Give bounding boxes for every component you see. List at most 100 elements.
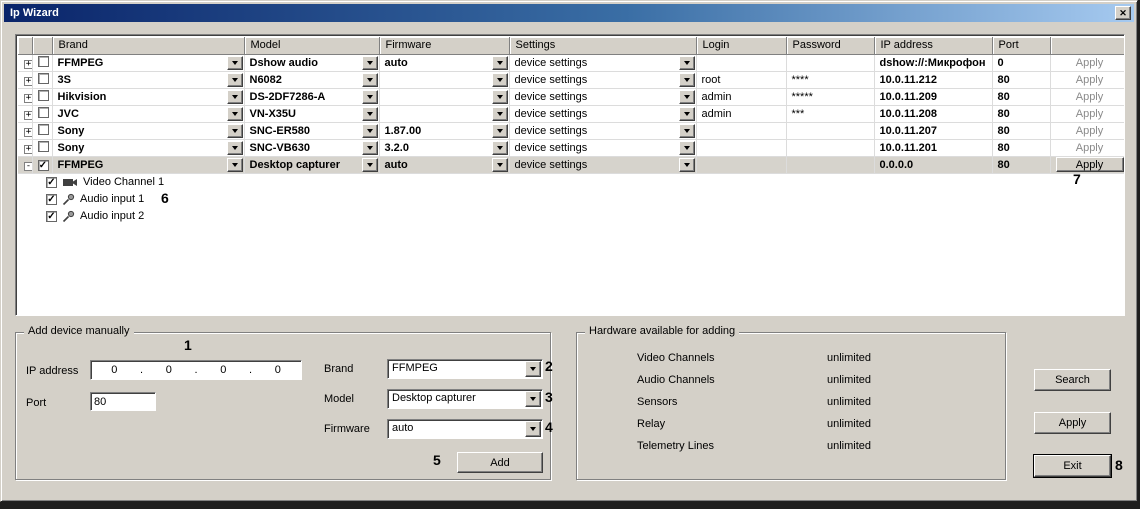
- dropdown-arrow-icon[interactable]: [492, 107, 508, 121]
- dropdown-arrow-icon[interactable]: [362, 56, 378, 70]
- port-field[interactable]: 80: [992, 105, 1050, 122]
- device-checkbox[interactable]: [38, 90, 49, 101]
- child-row[interactable]: ✓ Video Channel 1: [18, 173, 1125, 191]
- close-icon[interactable]: ✕: [1115, 6, 1131, 20]
- dropdown-arrow-icon[interactable]: [525, 361, 541, 377]
- password-field[interactable]: [786, 156, 874, 173]
- dropdown-arrow-icon[interactable]: [362, 158, 378, 172]
- dropdown-arrow-icon[interactable]: [492, 90, 508, 104]
- dropdown-arrow-icon[interactable]: [492, 141, 508, 155]
- channel-checkbox[interactable]: ✓: [46, 211, 57, 222]
- table-row[interactable]: - ✓ FFMPEG Desktop capturer auto device …: [18, 156, 1125, 173]
- dropdown-arrow-icon[interactable]: [227, 107, 243, 121]
- table-row[interactable]: + JVC VN-X35U device settings admin *** …: [18, 105, 1125, 122]
- expand-toggle[interactable]: +: [24, 128, 32, 137]
- dropdown-arrow-icon[interactable]: [362, 124, 378, 138]
- password-field[interactable]: [786, 139, 874, 156]
- table-row[interactable]: + Hikvision DS-2DF7286-A device settings…: [18, 88, 1125, 105]
- exit-button[interactable]: Exit: [1034, 455, 1111, 477]
- dropdown-arrow-icon[interactable]: [362, 107, 378, 121]
- password-field[interactable]: ****: [786, 71, 874, 88]
- dropdown-arrow-icon[interactable]: [679, 56, 695, 70]
- brand-select[interactable]: FFMPEG: [387, 359, 543, 379]
- apply-button[interactable]: Apply: [1034, 412, 1111, 434]
- channel-checkbox[interactable]: ✓: [46, 177, 57, 188]
- dropdown-arrow-icon[interactable]: [525, 421, 541, 437]
- title-bar[interactable]: Ip Wizard ✕: [4, 4, 1134, 22]
- ip-field[interactable]: 0.0.0.0: [874, 156, 992, 173]
- dropdown-arrow-icon[interactable]: [492, 124, 508, 138]
- channel-checkbox[interactable]: ✓: [46, 194, 57, 205]
- port-field[interactable]: 80: [992, 139, 1050, 156]
- port-field[interactable]: 80: [992, 156, 1050, 173]
- password-field[interactable]: ***: [786, 105, 874, 122]
- dropdown-arrow-icon[interactable]: [679, 158, 695, 172]
- dropdown-arrow-icon[interactable]: [492, 73, 508, 87]
- password-field[interactable]: [786, 122, 874, 139]
- device-checkbox[interactable]: [38, 73, 49, 84]
- header-brand[interactable]: Brand: [52, 37, 244, 54]
- add-button[interactable]: Add: [457, 452, 543, 473]
- header-login[interactable]: Login: [696, 37, 786, 54]
- expand-toggle[interactable]: +: [24, 60, 32, 69]
- expand-toggle[interactable]: +: [24, 111, 32, 120]
- dropdown-arrow-icon[interactable]: [679, 90, 695, 104]
- header-model[interactable]: Model: [244, 37, 379, 54]
- table-row[interactable]: + FFMPEG Dshow audio auto device setting…: [18, 54, 1125, 71]
- firmware-select[interactable]: auto: [387, 419, 543, 439]
- ip-field[interactable]: 10.0.11.208: [874, 105, 992, 122]
- device-checkbox[interactable]: [38, 56, 49, 67]
- login-field[interactable]: admin: [696, 88, 786, 105]
- device-checkbox[interactable]: [38, 141, 49, 152]
- port-field[interactable]: 0: [992, 54, 1050, 71]
- ip-field[interactable]: dshow://:Микрофон: [874, 54, 992, 71]
- port-input[interactable]: [90, 392, 156, 411]
- dropdown-arrow-icon[interactable]: [362, 73, 378, 87]
- ip-field[interactable]: 10.0.11.207: [874, 122, 992, 139]
- login-field[interactable]: [696, 122, 786, 139]
- port-field[interactable]: 80: [992, 88, 1050, 105]
- login-field[interactable]: admin: [696, 105, 786, 122]
- login-field[interactable]: [696, 54, 786, 71]
- ip-field[interactable]: 10.0.11.201: [874, 139, 992, 156]
- dropdown-arrow-icon[interactable]: [227, 90, 243, 104]
- dropdown-arrow-icon[interactable]: [362, 90, 378, 104]
- dropdown-arrow-icon[interactable]: [362, 141, 378, 155]
- login-field[interactable]: root: [696, 71, 786, 88]
- ip-field[interactable]: 10.0.11.209: [874, 88, 992, 105]
- device-checkbox[interactable]: ✓: [38, 160, 49, 171]
- ip-octet-2[interactable]: 0: [146, 364, 193, 376]
- login-field[interactable]: [696, 139, 786, 156]
- child-row[interactable]: ✓ Audio input 2: [18, 208, 1125, 225]
- dropdown-arrow-icon[interactable]: [492, 158, 508, 172]
- search-button[interactable]: Search: [1034, 369, 1111, 391]
- header-port[interactable]: Port: [992, 37, 1050, 54]
- model-select[interactable]: Desktop capturer: [387, 389, 543, 409]
- table-row[interactable]: + Sony SNC-VB630 3.2.0 device settings 1…: [18, 139, 1125, 156]
- expand-toggle[interactable]: +: [24, 145, 32, 154]
- dropdown-arrow-icon[interactable]: [492, 56, 508, 70]
- header-password[interactable]: Password: [786, 37, 874, 54]
- apply-row-button[interactable]: Apply: [1056, 157, 1124, 172]
- ip-octet-1[interactable]: 0: [91, 364, 138, 376]
- login-field[interactable]: [696, 156, 786, 173]
- password-field[interactable]: *****: [786, 88, 874, 105]
- header-firmware[interactable]: Firmware: [379, 37, 509, 54]
- ip-address-input[interactable]: 0 . 0 . 0 . 0: [90, 360, 302, 380]
- table-row[interactable]: + 3S N6082 device settings root **** 10.…: [18, 71, 1125, 88]
- dropdown-arrow-icon[interactable]: [679, 107, 695, 121]
- ip-octet-3[interactable]: 0: [200, 364, 247, 376]
- dropdown-arrow-icon[interactable]: [679, 141, 695, 155]
- dropdown-arrow-icon[interactable]: [525, 391, 541, 407]
- dropdown-arrow-icon[interactable]: [227, 56, 243, 70]
- expand-toggle[interactable]: +: [24, 94, 32, 103]
- table-row[interactable]: + Sony SNC-ER580 1.87.00 device settings…: [18, 122, 1125, 139]
- ip-octet-4[interactable]: 0: [255, 364, 302, 376]
- header-settings[interactable]: Settings: [509, 37, 696, 54]
- password-field[interactable]: [786, 54, 874, 71]
- dropdown-arrow-icon[interactable]: [679, 124, 695, 138]
- ip-field[interactable]: 10.0.11.212: [874, 71, 992, 88]
- port-field[interactable]: 80: [992, 71, 1050, 88]
- dropdown-arrow-icon[interactable]: [679, 73, 695, 87]
- device-checkbox[interactable]: [38, 124, 49, 135]
